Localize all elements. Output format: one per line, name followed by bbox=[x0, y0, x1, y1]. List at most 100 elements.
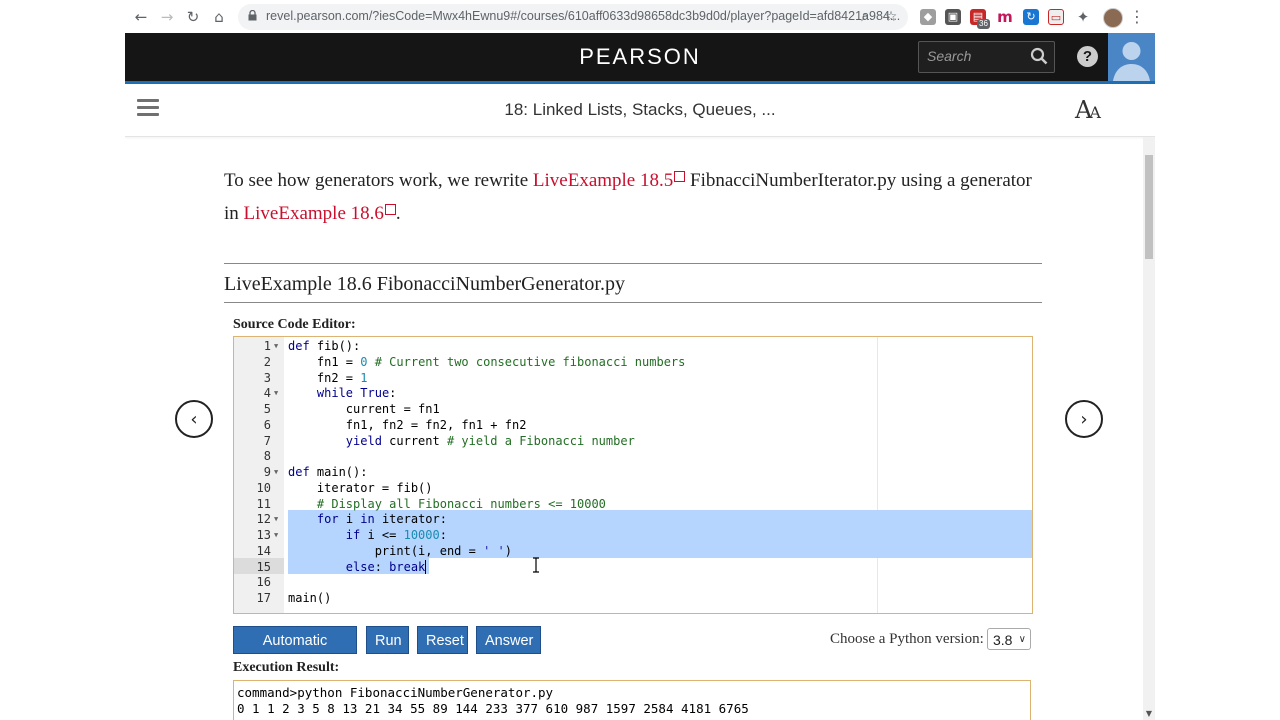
code-text: for i in iterator: bbox=[316, 512, 447, 527]
external-link-icon bbox=[384, 204, 396, 215]
line-number: 5 bbox=[263, 402, 271, 416]
code-line[interactable]: 3 fn2 = 1 bbox=[234, 370, 1032, 386]
fold-arrow-icon[interactable]: ▼ bbox=[274, 511, 278, 527]
code-line[interactable]: 7 yield current # yield a Fibonacci numb… bbox=[234, 433, 1032, 449]
code-text: current = fn1 bbox=[288, 402, 440, 416]
line-number: 12 bbox=[256, 512, 271, 527]
python-version-label: Choose a Python version: bbox=[830, 631, 984, 647]
fold-arrow-icon[interactable]: ▼ bbox=[274, 385, 278, 401]
user-avatar[interactable] bbox=[1108, 33, 1155, 81]
home-icon[interactable]: ⌂ bbox=[209, 7, 229, 27]
extensions-puzzle-icon[interactable]: ✦ bbox=[1075, 9, 1091, 25]
lock-icon bbox=[248, 10, 257, 21]
code-line[interactable]: 9 ▼ def main(): bbox=[234, 464, 1032, 480]
fold-arrow-icon[interactable]: ▼ bbox=[274, 464, 278, 480]
line-number: 4 bbox=[263, 386, 271, 401]
code-line[interactable]: 11 # Display all Fibonacci numbers <= 10… bbox=[234, 496, 1032, 512]
url-text: revel.pearson.com/?iesCode=Mwx4hEwnu9#/c… bbox=[266, 9, 901, 23]
answer-button[interactable]: Answer bbox=[476, 626, 541, 654]
chapter-title: 18: Linked Lists, Stacks, Queues, ... bbox=[504, 100, 776, 119]
code-editor[interactable]: 1 ▼ def fib(): 2 fn1 = 0 # Current two cons… bbox=[233, 336, 1033, 614]
code-text: fn1 = 0 # Current two consecutive fibona… bbox=[288, 354, 686, 369]
line-number: 6 bbox=[263, 417, 271, 432]
automatic-check-button[interactable]: Automatic Check bbox=[233, 626, 357, 677]
extension-badge: 36 bbox=[977, 19, 990, 29]
code-line[interactable]: 16 bbox=[234, 574, 1032, 590]
reset-button[interactable]: Reset bbox=[417, 626, 468, 654]
code-line[interactable]: 13 ▼ if i <= 10000: bbox=[234, 527, 1032, 543]
code-line[interactable]: 6 fn1, fn2 = fn2, fn1 + fn2 bbox=[234, 417, 1032, 433]
code-text: iterator = fib() bbox=[288, 480, 433, 495]
text-size-small: A bbox=[1089, 103, 1101, 122]
python-version-select[interactable]: 3.8 ∨ bbox=[987, 628, 1031, 650]
browser-window: ← → ↻ ⌂ revel.pearson.com/?iesCode=Mwx4h… bbox=[125, 0, 1155, 720]
link-2-text: LiveExample 18.6 bbox=[243, 203, 384, 224]
scrollbar-thumb[interactable] bbox=[1145, 155, 1153, 259]
line-number: 8 bbox=[263, 449, 271, 464]
profile-avatar[interactable] bbox=[1103, 8, 1123, 28]
divider-top bbox=[224, 263, 1042, 264]
extension-cube-icon[interactable]: ◆ bbox=[920, 9, 936, 25]
execution-command-line: command>python FibonacciNumberGenerator.… bbox=[237, 685, 554, 700]
code-text: main() bbox=[288, 591, 332, 605]
intro-text-3: . bbox=[395, 203, 401, 224]
intro-paragraph: To see how generators work, we rewrite L… bbox=[224, 164, 1034, 230]
search-input[interactable] bbox=[927, 47, 1022, 65]
previous-page-button[interactable]: ‹ bbox=[175, 400, 213, 438]
code-line[interactable]: 8 bbox=[234, 448, 1032, 464]
code-text: # Display all Fibonacci numbers <= 10000 bbox=[316, 496, 606, 511]
code-text: else: break bbox=[345, 559, 427, 574]
code-line[interactable]: 17 main() bbox=[234, 590, 1032, 606]
line-number: 1 bbox=[263, 339, 271, 353]
code-line[interactable]: 12 ▼ for i in iterator: bbox=[234, 511, 1032, 527]
code-line[interactable]: 2 fn1 = 0 # Current two consecutive fibo… bbox=[234, 354, 1032, 370]
line-number: 17 bbox=[256, 591, 271, 605]
search-icon[interactable] bbox=[1030, 47, 1048, 65]
zoom-icon[interactable]: ⌕ bbox=[856, 8, 874, 26]
line-number: 9 bbox=[263, 465, 271, 479]
search-box bbox=[918, 41, 1055, 73]
python-version-value: 3.8 bbox=[993, 632, 1013, 648]
help-icon[interactable]: ? bbox=[1077, 46, 1098, 67]
user-silhouette-icon bbox=[1113, 42, 1150, 81]
extension-blue-icon[interactable]: ↻ bbox=[1023, 9, 1039, 25]
browser-menu-icon[interactable]: ⋮ bbox=[1129, 7, 1145, 27]
live-example-18-5-link[interactable]: LiveExample 18.5 bbox=[533, 170, 686, 191]
next-page-button[interactable]: › bbox=[1065, 400, 1103, 438]
reload-icon[interactable]: ↻ bbox=[183, 7, 203, 27]
run-button[interactable]: Run bbox=[366, 626, 409, 654]
line-number: 7 bbox=[263, 433, 271, 448]
live-example-18-6-link[interactable]: LiveExample 18.6 bbox=[244, 203, 396, 224]
extension-m-icon[interactable]: m bbox=[997, 9, 1013, 25]
forward-icon[interactable]: → bbox=[157, 7, 177, 27]
line-number: 11 bbox=[256, 496, 271, 511]
code-line[interactable]: 10 iterator = fib() bbox=[234, 480, 1032, 496]
code-line[interactable]: 1 ▼ def fib(): bbox=[234, 338, 1032, 354]
code-text: while True: bbox=[316, 386, 397, 401]
code-text: def fib(): bbox=[288, 339, 361, 353]
page-scrollbar[interactable]: ▼ bbox=[1143, 137, 1155, 720]
code-text: yield current # yield a Fibonacci number bbox=[345, 433, 635, 448]
line-number: 16 bbox=[256, 575, 271, 590]
extension-screen-icon[interactable]: ▭ bbox=[1048, 9, 1064, 25]
code-line[interactable]: 5 current = fn1 bbox=[234, 401, 1032, 417]
line-number: 13 bbox=[256, 528, 271, 542]
code-line[interactable]: 15 else: break bbox=[234, 559, 1032, 575]
address-bar[interactable]: revel.pearson.com/?iesCode=Mwx4hEwnu9#/c… bbox=[238, 4, 908, 30]
fold-arrow-icon[interactable]: ▼ bbox=[274, 527, 278, 543]
bookmark-star-icon[interactable]: ☆ bbox=[882, 8, 900, 26]
execution-result-box: command>python FibonacciNumberGenerator.… bbox=[233, 680, 1031, 720]
code-text: fn2 = 1 bbox=[288, 370, 368, 385]
extension-puzzle-dark-icon[interactable]: ▣ bbox=[945, 9, 961, 25]
chapter-bar: 18: Linked Lists, Stacks, Queues, ... AA bbox=[125, 84, 1155, 137]
code-line[interactable]: 4 ▼ while True: bbox=[234, 385, 1032, 401]
line-number: 10 bbox=[256, 480, 271, 495]
external-link-icon bbox=[674, 171, 686, 182]
line-number: 14 bbox=[256, 543, 271, 558]
code-line[interactable]: 14 print(i, end = ' ') bbox=[234, 543, 1032, 559]
back-icon[interactable]: ← bbox=[131, 7, 151, 27]
fold-arrow-icon[interactable]: ▼ bbox=[274, 338, 278, 354]
scroll-down-icon[interactable]: ▼ bbox=[1143, 709, 1155, 718]
text-size-icon[interactable]: AA bbox=[1075, 96, 1101, 124]
line-number: 3 bbox=[263, 370, 271, 385]
